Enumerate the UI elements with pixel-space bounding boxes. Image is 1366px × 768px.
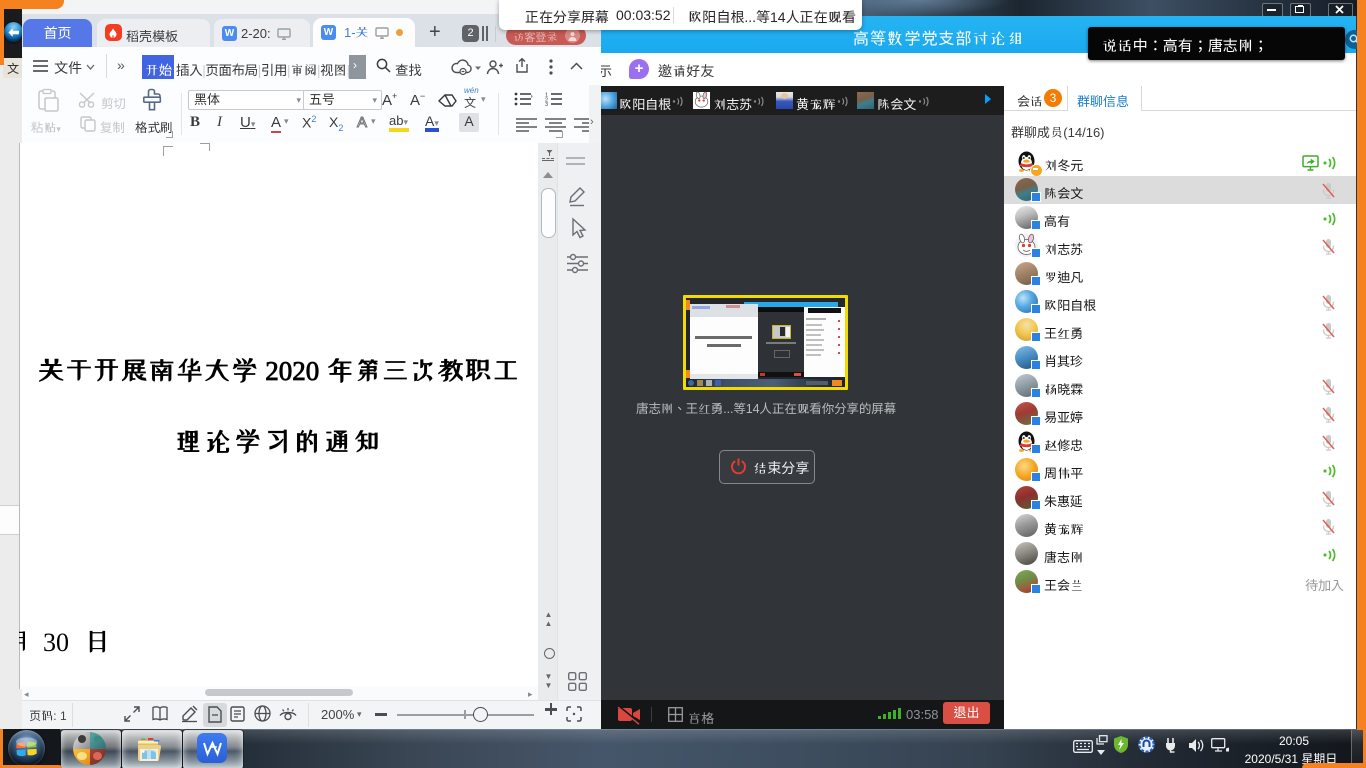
svg-text:3: 3 xyxy=(545,102,548,108)
